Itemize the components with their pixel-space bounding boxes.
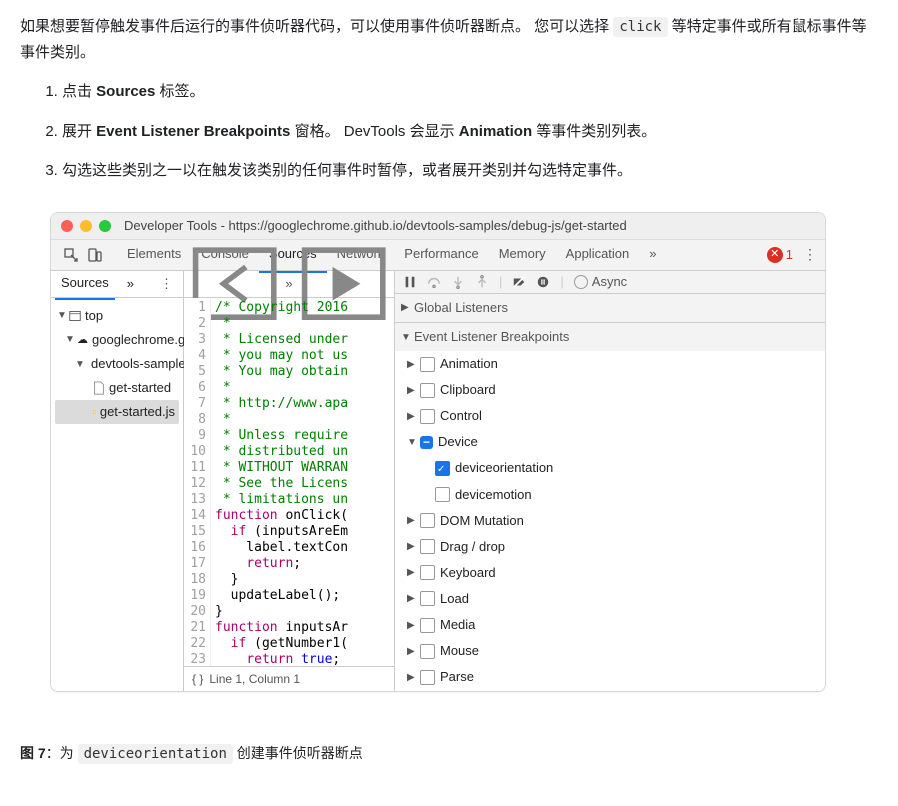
checkbox-icon[interactable] xyxy=(420,591,435,606)
category-keyboard[interactable]: ▶Keyboard xyxy=(395,560,825,586)
elb-header[interactable]: ▼Event Listener Breakpoints xyxy=(395,323,825,351)
category-control[interactable]: ▶Control xyxy=(395,403,825,429)
error-count: 1 xyxy=(786,244,793,266)
elb-content: ▶Animation▶Clipboard▶Control▼−Devicedevi… xyxy=(395,351,825,692)
navigator-tab-sources[interactable]: Sources xyxy=(55,268,115,300)
checkbox-icon[interactable] xyxy=(420,644,435,659)
step-1: 点击 Sources 标签。 xyxy=(62,79,878,105)
deactivate-breakpoints-icon[interactable] xyxy=(512,275,526,289)
category-load[interactable]: ▶Load xyxy=(395,586,825,612)
file-tree: ▼ top ▼☁︎googlechrome.gith ▼ devtools-sa… xyxy=(51,298,183,430)
category-clipboard[interactable]: ▶Clipboard xyxy=(395,377,825,403)
minus-icon: − xyxy=(420,436,433,449)
document-icon xyxy=(93,381,105,395)
format-icon[interactable]: { } xyxy=(192,669,203,689)
minimize-icon[interactable] xyxy=(80,220,92,232)
cloud-icon: ☁︎ xyxy=(77,331,88,350)
figure-caption: 图 7：为 deviceorientation 创建事件侦听器断点 xyxy=(20,742,878,767)
tabs-overflow[interactable]: » xyxy=(639,237,666,273)
checkbox-icon[interactable] xyxy=(420,539,435,554)
cursor-position: Line 1, Column 1 xyxy=(209,669,300,689)
checkbox-icon[interactable] xyxy=(420,513,435,528)
panel-tabbar: Elements Console Sources Network Perform… xyxy=(51,240,825,271)
tab-elements[interactable]: Elements xyxy=(117,237,191,273)
checkbox-icon[interactable] xyxy=(420,383,435,398)
window-title: Developer Tools - https://googlechrome.g… xyxy=(124,215,627,237)
checkbox-icon[interactable] xyxy=(420,409,435,424)
pause-exceptions-icon[interactable] xyxy=(536,275,550,289)
device-icon[interactable] xyxy=(87,247,103,263)
checkbox-icon[interactable] xyxy=(420,357,435,372)
checkbox-icon[interactable] xyxy=(420,670,435,685)
event-deviceorientation[interactable]: deviceorientation xyxy=(395,455,825,481)
intro-paragraph: 如果想要暂停触发事件后运行的事件侦听器代码，可以使用事件侦听器断点。 您可以选择… xyxy=(20,14,878,65)
tree-domain[interactable]: ▼☁︎googlechrome.gith xyxy=(55,328,179,352)
frame-icon xyxy=(69,309,81,323)
tree-file-2[interactable]: get-started.js xyxy=(55,400,179,424)
step-2: 展开 Event Listener Breakpoints 窗格。 DevToo… xyxy=(62,119,878,145)
global-listeners-header[interactable]: ▶Global Listeners xyxy=(395,294,825,322)
checkbox-icon[interactable] xyxy=(435,487,450,502)
tree-top[interactable]: ▼ top xyxy=(55,304,179,328)
category-pointer[interactable]: ▶Pointer xyxy=(395,690,825,692)
category-parse[interactable]: ▶Parse xyxy=(395,664,825,690)
category-media[interactable]: ▶Media xyxy=(395,612,825,638)
close-icon[interactable] xyxy=(61,220,73,232)
tab-performance[interactable]: Performance xyxy=(394,237,488,273)
checkbox-icon[interactable] xyxy=(420,618,435,633)
navigator-pane: Sources » ⋮ ▼ top ▼☁︎googlechrome.gith ▼… xyxy=(51,271,184,691)
tab-memory[interactable]: Memory xyxy=(489,237,556,273)
category-animation[interactable]: ▶Animation xyxy=(395,351,825,377)
category-drag-drop[interactable]: ▶Drag / drop xyxy=(395,534,825,560)
code-body[interactable]: /* Copyright 2016 * * Licensed under * y… xyxy=(211,298,348,666)
tree-folder[interactable]: ▼ devtools-sample xyxy=(55,352,179,376)
step-over-icon[interactable] xyxy=(427,275,441,289)
category-device[interactable]: ▼−Device xyxy=(395,429,825,455)
debugger-pane: | | Async ▶Global Listeners ▼Event Liste… xyxy=(395,271,825,691)
tab-application[interactable]: Application xyxy=(556,237,640,273)
async-toggle[interactable]: Async xyxy=(574,271,627,293)
kebab-icon[interactable]: ⋮ xyxy=(803,243,817,267)
titlebar: Developer Tools - https://googlechrome.g… xyxy=(51,213,825,240)
pause-icon[interactable] xyxy=(403,275,417,289)
line-gutter: 1234567891011121314151617181920212223242… xyxy=(184,298,211,666)
error-badge-icon[interactable]: ✕ xyxy=(767,247,783,263)
navigator-kebab-icon[interactable]: ⋮ xyxy=(154,269,179,299)
inspect-icon[interactable] xyxy=(63,247,79,263)
js-file-icon xyxy=(93,405,96,419)
radio-icon xyxy=(574,275,588,289)
editor-pane: » 12345678910111213141516171819202122232… xyxy=(184,271,395,691)
nav-more-icon[interactable]: » xyxy=(285,273,292,295)
devtools-window: Developer Tools - https://googlechrome.g… xyxy=(50,212,826,692)
tree-file-1[interactable]: get-started xyxy=(55,376,179,400)
event-devicemotion[interactable]: devicemotion xyxy=(395,482,825,508)
navigator-overflow[interactable]: » xyxy=(121,269,140,299)
steps-list: 点击 Sources 标签。 展开 Event Listener Breakpo… xyxy=(20,79,878,184)
maximize-icon[interactable] xyxy=(99,220,111,232)
category-mouse[interactable]: ▶Mouse xyxy=(395,638,825,664)
inline-code-click: click xyxy=(613,17,667,37)
step-out-icon[interactable] xyxy=(475,275,489,289)
checkbox-icon[interactable] xyxy=(435,461,450,476)
step-3: 勾选这些类别之一以在触发该类别的任何事件时暂停，或者展开类别并勾选特定事件。 xyxy=(62,158,878,184)
checkbox-icon[interactable] xyxy=(420,565,435,580)
step-into-icon[interactable] xyxy=(451,275,465,289)
category-dom-mutation[interactable]: ▶DOM Mutation xyxy=(395,508,825,534)
